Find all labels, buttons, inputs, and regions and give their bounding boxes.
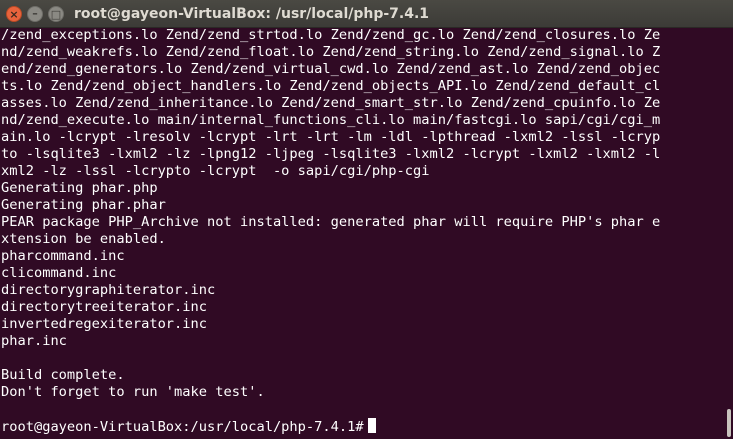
terminal-line: pharcommand.inc [1,248,125,264]
terminal-line: phar.inc [1,333,67,349]
maximize-button[interactable]: □ [48,6,64,22]
minimize-button[interactable]: – [27,6,43,22]
terminal-line: asses.lo Zend/zend_inheritance.lo Zend/z… [1,95,661,111]
terminal-line: Generating phar.phar [1,197,166,213]
shell-prompt: root@gayeon-VirtualBox:/usr/local/php-7.… [1,419,364,435]
maximize-icon: □ [50,8,62,21]
title-bar[interactable]: × – □ root@gayeon-VirtualBox: /usr/local… [0,0,733,28]
terminal-line: Generating phar.php [1,180,158,196]
scrollbar-thumb[interactable] [727,409,731,437]
terminal-line: ain.lo -lcrypt -lresolv -lcrypt -lrt -lr… [1,129,661,145]
terminal-window: × – □ root@gayeon-VirtualBox: /usr/local… [0,0,733,439]
close-button[interactable]: × [6,6,22,22]
terminal-line: clicommand.inc [1,265,117,281]
terminal-line: invertedregexiterator.inc [1,316,208,332]
terminal-line: /zend_exceptions.lo Zend/zend_strtod.lo … [1,27,661,43]
close-icon: × [9,8,19,21]
text-cursor [367,418,376,433]
scrollbar[interactable] [723,28,733,439]
terminal-output[interactable]: /zend_exceptions.lo Zend/zend_strtod.lo … [1,27,719,439]
terminal-line: Build complete. [1,367,125,383]
terminal-line: end/zend_generators.lo Zend/zend_virtual… [1,61,661,77]
terminal-line: ts.lo Zend/zend_object_handlers.lo Zend/… [1,78,661,94]
terminal-prompt-line[interactable]: root@gayeon-VirtualBox:/usr/local/php-7.… [1,418,719,435]
terminal-line: Don't forget to run 'make test'. [1,384,265,400]
terminal-line: xtension be enabled. [1,231,166,247]
terminal-line: xml2 -lz -lssl -lcrypto -lcrypt -o sapi/… [1,163,430,179]
terminal-line: directorygraphiterator.inc [1,282,216,298]
terminal-line: nd/zend_execute.lo main/internal_functio… [1,112,661,128]
window-title: root@gayeon-VirtualBox: /usr/local/php-7… [74,6,430,22]
terminal-line: PEAR package PHP_Archive not installed: … [1,214,661,230]
minimize-icon: – [32,7,38,20]
terminal-line: directorytreeiterator.inc [1,299,208,315]
terminal-line: nd/zend_weakrefs.lo Zend/zend_float.lo Z… [1,44,661,60]
terminal-line: to -lsqlite3 -lxml2 -lz -lpng12 -ljpeg -… [1,146,661,162]
